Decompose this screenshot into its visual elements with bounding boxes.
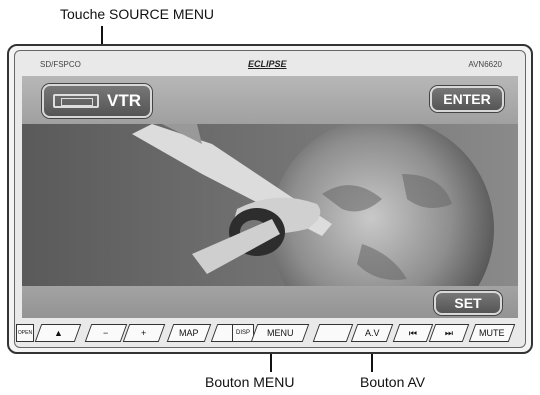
volume-plus-button[interactable]: + [122,324,166,342]
brand-logo: ECLIPSE [248,59,287,69]
menu-button[interactable]: MENU [250,324,310,342]
disp-label: DISP [235,330,250,336]
top-strip: SD/FSPCO ECLIPSE AVN6620 [22,58,518,72]
volume-minus-button[interactable]: − [84,324,128,342]
av-button[interactable]: A.V [350,324,394,342]
callout-source-menu: Touche SOURCE MENU [60,6,215,22]
hardware-button-row: OPEN ▲ − + MAP DISP MENU A.V ⏮ ⏭ MUTE [16,324,518,346]
prev-track-icon: ⏮ [408,327,418,338]
next-track-button[interactable]: ⏭ [428,324,470,342]
plus-label: + [141,328,147,338]
av-label: A.V [364,328,380,338]
small-logo: SD/FSPCO [40,60,81,69]
enter-button[interactable]: ENTER [430,86,504,112]
prev-track-button[interactable]: ⏮ [392,324,434,342]
callout-menu: Bouton MENU [205,374,295,390]
map-button[interactable]: MAP [166,324,212,342]
next-track-icon: ⏭ [444,327,454,338]
eject-button[interactable]: ▲ [34,324,82,342]
enter-label: ENTER [443,91,491,107]
menu-label: MENU [266,328,294,338]
blank-button-2[interactable] [312,324,354,342]
map-label: MAP [179,328,199,338]
video-picture [22,124,518,286]
mute-label: MUTE [479,328,505,338]
video-frame [22,124,518,286]
cassette-icon [53,94,99,108]
source-menu-button[interactable]: VTR [42,84,152,118]
source-label: VTR [107,91,141,110]
set-button[interactable]: SET [434,291,502,315]
open-small-label: OPEN [17,330,33,336]
open-small-button[interactable]: OPEN [16,324,34,342]
mute-button[interactable]: MUTE [468,324,516,342]
model-number: AVN6620 [468,60,502,69]
eject-icon: ▲ [53,328,63,338]
callout-av: Bouton AV [360,374,426,390]
minus-label: − [103,328,109,338]
set-label: SET [454,295,482,311]
